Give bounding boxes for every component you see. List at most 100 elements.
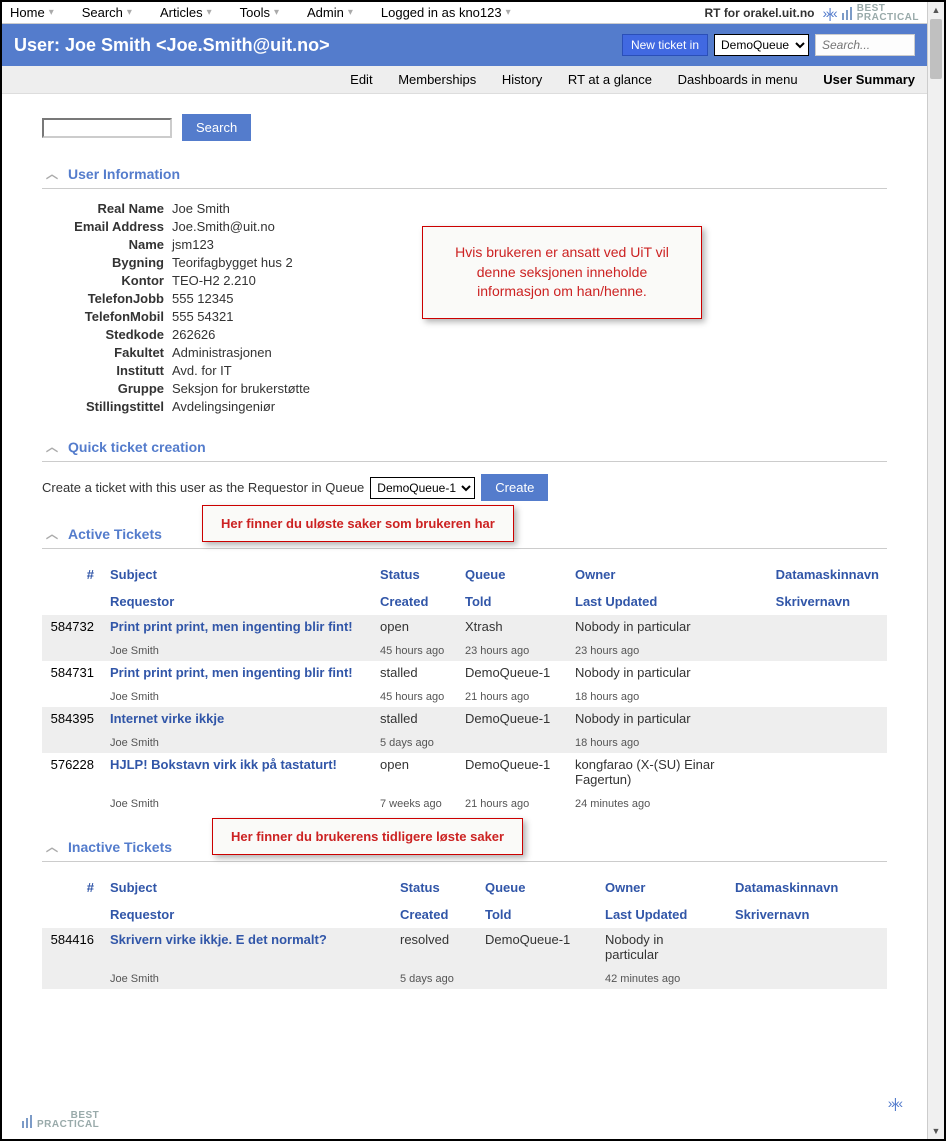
ticket-id[interactable]: 584416 — [42, 928, 102, 966]
subnav-edit[interactable]: Edit — [350, 72, 372, 87]
new-ticket-button[interactable]: New ticket in — [622, 34, 708, 56]
chevron-down-icon: ▾ — [127, 7, 132, 18]
subnav-dashboards[interactable]: Dashboards in menu — [678, 72, 798, 87]
ticket-told: 21 hours ago — [465, 691, 529, 703]
nav-prev-icon[interactable]: »|« — [823, 5, 836, 21]
info-value: 262626 — [172, 327, 215, 342]
menu-logged-in[interactable]: Logged in as kno123▾ — [381, 5, 511, 20]
info-label: Fakultet — [62, 345, 172, 360]
col-queue[interactable]: Queue — [477, 874, 597, 901]
col-id[interactable]: # — [42, 874, 102, 901]
scroll-down-icon[interactable]: ▼ — [928, 1123, 944, 1139]
col-subject[interactable]: Subject — [102, 874, 392, 901]
ticket-subject-link[interactable]: Internet virke ikkje — [110, 711, 224, 726]
col-updated[interactable]: Last Updated — [597, 901, 727, 928]
subnav-rt-glance[interactable]: RT at a glance — [568, 72, 652, 87]
col-owner[interactable]: Owner — [567, 561, 768, 588]
ticket-updated: 23 hours ago — [575, 645, 639, 657]
col-status[interactable]: Status — [392, 874, 477, 901]
subnav-history[interactable]: History — [502, 72, 542, 87]
ticket-created: 5 days ago — [400, 973, 454, 985]
info-label: TelefonMobil — [62, 309, 172, 324]
section-quick-ticket: ︿ Quick ticket creation Create a ticket … — [42, 434, 887, 501]
queue-select[interactable]: DemoQueue — [714, 34, 809, 56]
ticket-status: stalled — [372, 707, 457, 730]
collapse-icon[interactable]: ︿ — [46, 165, 58, 182]
ticket-requestor: Joe Smith — [110, 645, 159, 657]
col-datamaskin[interactable]: Datamaskinnavn — [727, 874, 887, 901]
info-value: Avdelingsingeniør — [172, 399, 275, 414]
col-skriver[interactable]: Skrivernavn — [768, 588, 887, 615]
col-told[interactable]: Told — [477, 901, 597, 928]
ticket-queue: DemoQueue-1 — [457, 753, 567, 791]
col-requestor[interactable]: Requestor — [102, 588, 372, 615]
menu-home[interactable]: Home▾ — [10, 5, 54, 20]
info-row: GruppeSeksjon for brukerstøtte — [62, 381, 887, 396]
table-row[interactable]: 576228 HJLP! Bokstavn virk ikk på tastatu… — [42, 753, 887, 791]
col-status[interactable]: Status — [372, 561, 457, 588]
ticket-subject-link[interactable]: HJLP! Bokstavn virk ikk på tastaturt! — [110, 757, 337, 772]
menu-admin[interactable]: Admin▾ — [307, 5, 353, 20]
ticket-id[interactable]: 584732 — [42, 615, 102, 638]
ticket-subject-link[interactable]: Print print print, men ingenting blir fi… — [110, 619, 353, 634]
top-search-input[interactable] — [815, 34, 915, 56]
col-created[interactable]: Created — [392, 901, 477, 928]
ticket-status: open — [372, 753, 457, 791]
subnav-user-summary[interactable]: User Summary — [823, 72, 915, 87]
callout-userinfo: Hvis brukeren er ansatt ved UiT vil denn… — [422, 226, 702, 319]
info-label: Stillingstittel — [62, 399, 172, 414]
table-row-detail: Joe Smith 45 hours ago23 hours ago23 hou… — [42, 638, 887, 661]
info-value: Teorifagbygget hus 2 — [172, 255, 293, 270]
col-id[interactable]: # — [42, 561, 102, 588]
table-row[interactable]: 584731 Print print print, men ingenting b… — [42, 661, 887, 684]
table-row[interactable]: 584416 Skrivern virke ikkje. E det normal… — [42, 928, 887, 966]
collapse-icon[interactable]: ︿ — [46, 525, 58, 542]
collapse-icon[interactable]: ︿ — [46, 838, 58, 855]
user-search-input[interactable] — [42, 118, 172, 138]
menu-search[interactable]: Search▾ — [82, 5, 132, 20]
ticket-id[interactable]: 576228 — [42, 753, 102, 791]
info-value: 555 12345 — [172, 291, 233, 306]
ticket-requestor: Joe Smith — [110, 973, 159, 985]
ticket-subject-link[interactable]: Skrivern virke ikkje. E det normalt? — [110, 932, 327, 947]
chevron-down-icon: ▾ — [49, 7, 54, 18]
collapse-icon[interactable]: ︿ — [46, 438, 58, 455]
ticket-told: 21 hours ago — [465, 798, 529, 810]
ticket-told: 23 hours ago — [465, 645, 529, 657]
menu-tools[interactable]: Tools▾ — [240, 5, 279, 20]
quick-queue-select[interactable]: DemoQueue-1 — [370, 477, 475, 499]
col-skriver[interactable]: Skrivernavn — [727, 901, 887, 928]
col-created[interactable]: Created — [372, 588, 457, 615]
subnav-memberships[interactable]: Memberships — [398, 72, 476, 87]
table-row[interactable]: 584395Internet virke ikkjestalledDemoQue… — [42, 707, 887, 730]
ticket-status: stalled — [372, 661, 457, 684]
col-subject[interactable]: Subject — [102, 561, 372, 588]
ticket-owner: Nobody in particular — [567, 661, 768, 684]
info-label: Email Address — [62, 219, 172, 234]
info-label: Kontor — [62, 273, 172, 288]
col-told[interactable]: Told — [457, 588, 567, 615]
create-button[interactable]: Create — [481, 474, 548, 501]
table-row[interactable]: 584732 Print print print, men ingenting b… — [42, 615, 887, 638]
info-row: FakultetAdministrasjonen — [62, 345, 887, 360]
search-button[interactable]: Search — [182, 114, 251, 141]
page-header: User: Joe Smith <Joe.Smith@uit.no> New t… — [2, 24, 927, 66]
ticket-subject-link[interactable]: Print print print, men ingenting blir fi… — [110, 665, 353, 680]
ticket-id[interactable]: 584731 — [42, 661, 102, 684]
scrollbar-thumb[interactable] — [930, 19, 942, 79]
col-queue[interactable]: Queue — [457, 561, 567, 588]
menu-articles[interactable]: Articles▾ — [160, 5, 212, 20]
ticket-updated: 18 hours ago — [575, 737, 639, 749]
col-datamaskin[interactable]: Datamaskinnavn — [768, 561, 887, 588]
col-owner[interactable]: Owner — [597, 874, 727, 901]
scroll-up-icon[interactable]: ▲ — [928, 2, 944, 18]
col-requestor[interactable]: Requestor — [102, 901, 392, 928]
section-inactive-tickets: ︿ Inactive Tickets Her finner du brukere… — [42, 834, 887, 989]
table-row-detail: Joe Smith 7 weeks ago21 hours ago24 minu… — [42, 791, 887, 814]
vertical-scrollbar[interactable]: ▲ ▼ — [927, 2, 944, 1139]
ticket-id[interactable]: 584395 — [42, 707, 102, 730]
ticket-queue: Xtrash — [457, 615, 567, 638]
chevron-down-icon: ▾ — [506, 7, 511, 18]
col-updated[interactable]: Last Updated — [567, 588, 768, 615]
nav-footer-icon[interactable]: »|« — [888, 1095, 901, 1111]
